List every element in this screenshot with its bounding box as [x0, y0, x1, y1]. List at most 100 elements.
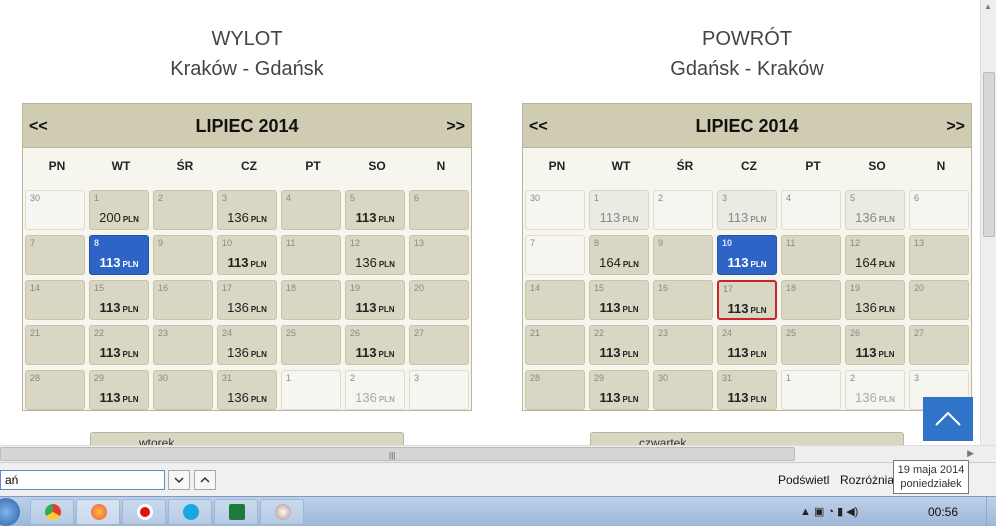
calendar-day-cell[interactable]: 15 113 PLN — [89, 280, 149, 320]
highlight-all-button[interactable]: Podświetl — [778, 473, 829, 487]
show-desktop-button[interactable] — [986, 497, 996, 526]
day-number: 11 — [286, 238, 296, 248]
scroll-right-arrow-icon[interactable]: ▶ — [967, 448, 974, 459]
calendar-day-cell[interactable]: 3 113 PLN — [717, 190, 777, 230]
calendar-day-cell[interactable]: 19 113 PLN — [345, 280, 405, 320]
calendar-day-cell[interactable]: 22 113 PLN — [89, 325, 149, 365]
calendar-day-cell[interactable]: 12 164 PLN — [845, 235, 905, 275]
calendar-day-cell: 4 — [281, 190, 341, 230]
price-currency: PLN — [750, 306, 767, 315]
taskbar-app-opera[interactable] — [122, 499, 166, 525]
outbound-selected-day-bar[interactable]: wtorek — [90, 432, 404, 445]
return-route: Gdańsk - Kraków — [670, 58, 824, 80]
calendar-day-cell[interactable]: 17 113 PLN — [717, 280, 777, 320]
calendar-day-cell[interactable]: 15 113 PLN — [589, 280, 649, 320]
taskbar-app-paint[interactable] — [260, 499, 304, 525]
calendar-day-cell[interactable]: 10 113 PLN — [717, 235, 777, 275]
calendar-day-cell[interactable]: 8 113 PLN — [89, 235, 149, 275]
calendar-day-cell: 13 — [909, 235, 969, 275]
calendar-day-cell[interactable]: 2 136 PLN — [345, 370, 405, 410]
start-button[interactable] — [0, 498, 20, 526]
weekday-label: SO — [868, 159, 886, 173]
price-currency: PLN — [878, 305, 895, 314]
calendar-day-cell[interactable]: 8 164 PLN — [589, 235, 649, 275]
horizontal-scroll-thumb[interactable]: ||| — [0, 447, 795, 461]
weekday-label: ŚR — [176, 159, 194, 173]
vertical-scroll-thumb[interactable] — [983, 72, 995, 237]
calendar-day-cell[interactable]: 2 136 PLN — [845, 370, 905, 410]
system-tray[interactable]: ▲ ▣ ◔ ▮ ◀) — [800, 505, 858, 518]
calendar-day-cell: 21 — [25, 325, 85, 365]
find-next-button[interactable] — [168, 470, 190, 490]
day-number: 27 — [414, 328, 425, 338]
calendar-day-cell: 27 — [909, 325, 969, 365]
return-selected-day-bar[interactable]: czwartek — [590, 432, 904, 445]
taskbar-app-excel[interactable] — [214, 499, 258, 525]
day-number: 30 — [158, 373, 169, 383]
taskbar-app-firefox[interactable] — [76, 499, 120, 525]
calendar-day-cell[interactable]: 12 136 PLN — [345, 235, 405, 275]
scroll-up-arrow-icon[interactable]: ▲ — [984, 2, 992, 11]
price-amount: 113 — [727, 390, 749, 405]
calendar-day-cell[interactable]: 29 113 PLN — [89, 370, 149, 410]
tooltip-date: 19 maja 2014 — [897, 464, 965, 476]
weekday-label: CZ — [241, 159, 257, 173]
day-price: 136 PLN — [218, 390, 276, 405]
calendar-day-cell[interactable]: 29 113 PLN — [589, 370, 649, 410]
day-number: 17 — [222, 283, 233, 293]
calendar-day-cell[interactable]: 5 113 PLN — [345, 190, 405, 230]
calendar-day-cell[interactable]: 26 113 PLN — [845, 325, 905, 365]
day-price: 113 PLN — [590, 210, 648, 225]
find-bar: Podświetl Rozróżnia — [0, 462, 996, 496]
calendar-day-cell[interactable]: 31 113 PLN — [717, 370, 777, 410]
calendar-day-cell[interactable]: 24 136 PLN — [217, 325, 277, 365]
price-currency: PLN — [878, 350, 895, 359]
taskbar-app-chrome[interactable] — [30, 499, 74, 525]
calendar-day-cell[interactable]: 10 113 PLN — [217, 235, 277, 275]
day-number: 14 — [30, 283, 41, 293]
calendar-day-cell[interactable]: 31 136 PLN — [217, 370, 277, 410]
find-input[interactable] — [0, 470, 165, 490]
calendar-day-cell[interactable]: 24 113 PLN — [717, 325, 777, 365]
calendar-day-cell[interactable]: 17 136 PLN — [217, 280, 277, 320]
day-number: 5 — [350, 193, 356, 203]
calendar-day-cell[interactable]: 26 113 PLN — [345, 325, 405, 365]
calendar-day-cell[interactable]: 5 136 PLN — [845, 190, 905, 230]
day-number: 31 — [222, 373, 233, 383]
calendar-day-cell[interactable]: 19 136 PLN — [845, 280, 905, 320]
weekday-label: PN — [48, 159, 66, 173]
match-case-button[interactable]: Rozróżnia — [840, 473, 894, 487]
price-currency: PLN — [622, 260, 639, 269]
price-currency: PLN — [622, 395, 639, 404]
price-currency: PLN — [378, 260, 395, 269]
horizontal-scrollbar[interactable]: ||| ▶ — [0, 445, 996, 462]
chevron-up-icon — [935, 411, 961, 426]
day-number: 7 — [530, 238, 536, 248]
next-month-button[interactable]: >> — [946, 118, 965, 136]
day-price: 136 PLN — [218, 300, 276, 315]
find-previous-button[interactable] — [194, 470, 216, 490]
calendar-day-cell[interactable]: 1 113 PLN — [589, 190, 649, 230]
day-price: 164 PLN — [590, 255, 648, 270]
price-currency: PLN — [378, 395, 395, 404]
calendar-day-cell: 7 — [25, 235, 85, 275]
calendar-day-cell: 18 — [781, 280, 841, 320]
clock[interactable]: 00:56 — [928, 505, 958, 519]
day-number: 6 — [914, 193, 920, 203]
calendar-day-cell: 2 — [153, 190, 213, 230]
calendar-header: << LIPIEC 2014 >> — [23, 104, 471, 148]
next-month-button[interactable]: >> — [446, 118, 465, 136]
calendar-day-cell[interactable]: 22 113 PLN — [589, 325, 649, 365]
calendar-day-cell[interactable]: 3 136 PLN — [217, 190, 277, 230]
calendar-month-label: LIPIEC 2014 — [195, 116, 299, 136]
price-currency: PLN — [378, 305, 395, 314]
day-number: 10 — [222, 238, 233, 248]
vertical-scrollbar[interactable]: ▲ — [980, 0, 996, 445]
day-number: 2 — [350, 373, 356, 383]
day-price: 113 PLN — [90, 255, 148, 270]
day-number: 22 — [94, 328, 105, 338]
taskbar-app-skype[interactable] — [168, 499, 212, 525]
scroll-to-top-button[interactable] — [923, 397, 973, 441]
calendar-day-cell: 11 — [281, 235, 341, 275]
calendar-day-cell[interactable]: 1 200 PLN — [89, 190, 149, 230]
